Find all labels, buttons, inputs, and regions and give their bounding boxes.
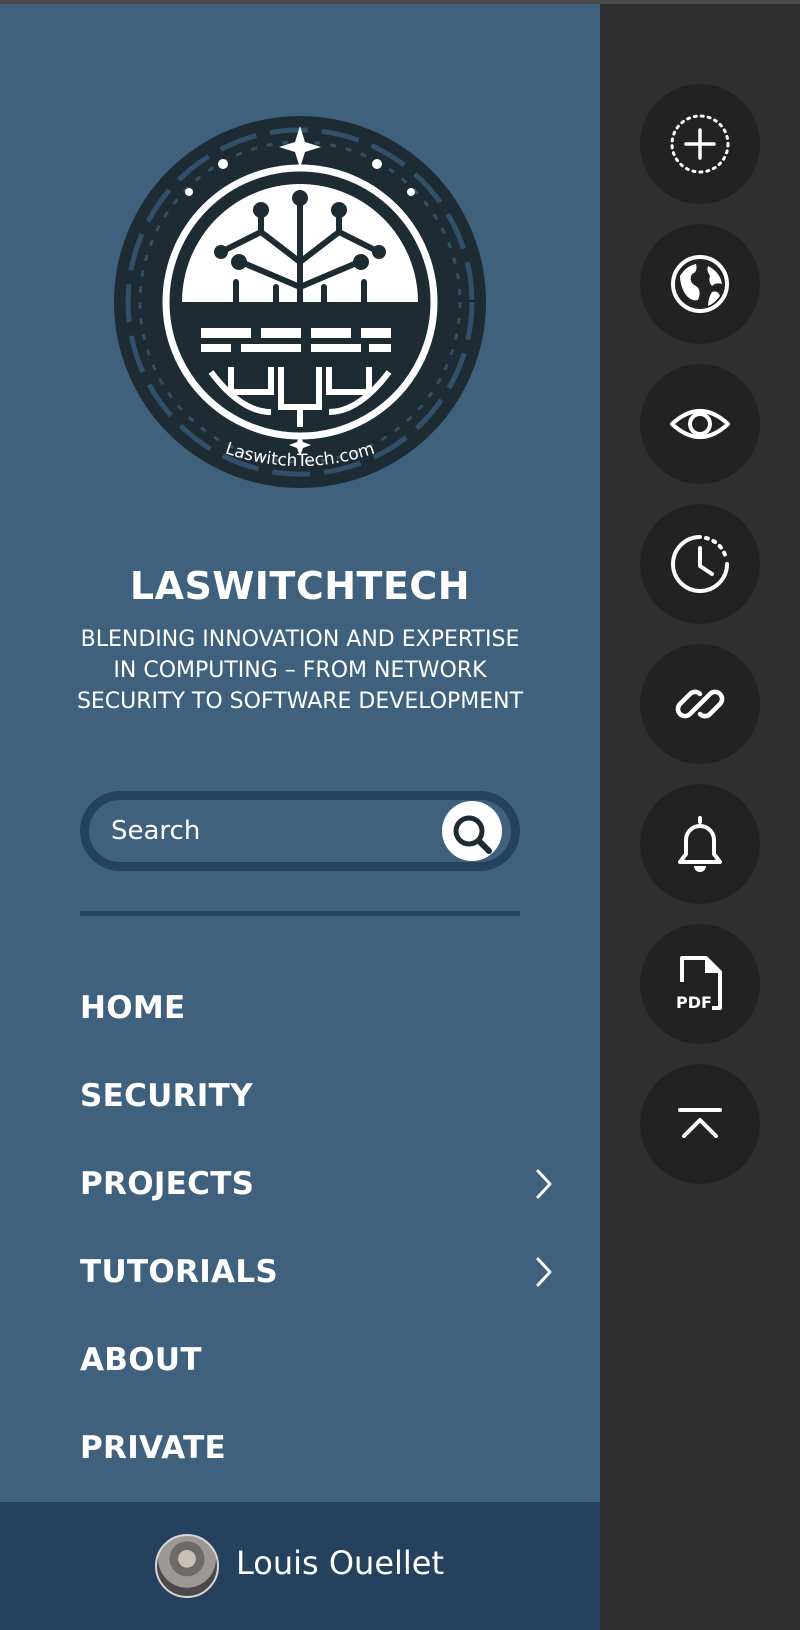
add-dotted-circle-icon	[670, 114, 730, 174]
bell-icon	[678, 816, 722, 872]
nav-item-label: PROJECTS	[80, 1166, 255, 1202]
nav-item-private[interactable]: PRIVATE	[80, 1404, 560, 1492]
avatar[interactable]	[155, 1534, 219, 1598]
scroll-to-top-button[interactable]	[640, 1064, 760, 1184]
search-form	[80, 791, 520, 871]
nav-item-projects[interactable]: PROJECTS	[80, 1140, 560, 1228]
main-nav: HOME SECURITY PROJECTS TUTORIALS ABOUT P…	[80, 964, 560, 1492]
add-button[interactable]	[640, 84, 760, 204]
site-tagline: BLENDING INNOVATION AND EXPERTISE IN COM…	[76, 627, 524, 714]
clock-history-icon	[671, 535, 729, 593]
logo-emblem-icon: LaswitchTech.com	[114, 116, 486, 488]
nav-item-label: SECURITY	[80, 1078, 253, 1114]
nav-item-label: PRIVATE	[80, 1430, 227, 1466]
eye-icon	[670, 409, 730, 439]
history-button[interactable]	[640, 504, 760, 624]
search-input[interactable]	[89, 800, 451, 862]
notifications-button[interactable]	[640, 784, 760, 904]
nav-item-tutorials[interactable]: TUTORIALS	[80, 1228, 560, 1316]
scroll-to-top-icon	[678, 1108, 722, 1138]
permalink-button[interactable]	[640, 644, 760, 764]
nav-item-about[interactable]: ABOUT	[80, 1316, 560, 1404]
search-icon	[453, 815, 492, 854]
user-name[interactable]: Louis Ouellet	[236, 1544, 444, 1582]
nav-item-home[interactable]: HOME	[80, 964, 560, 1052]
nav-item-label: TUTORIALS	[80, 1254, 278, 1290]
site-logo[interactable]: LaswitchTech.com	[111, 112, 489, 498]
view-button[interactable]	[640, 364, 760, 484]
nav-item-label: HOME	[80, 990, 186, 1026]
pdf-file-icon: PDF	[676, 956, 722, 1012]
export-pdf-button[interactable]: PDF	[640, 924, 760, 1044]
sidebar: LaswitchTech.com LASWITCHTECH BLENDING I…	[0, 4, 600, 1630]
globe-icon	[671, 255, 729, 313]
link-icon	[675, 689, 725, 719]
chevron-right-icon[interactable]	[534, 1168, 554, 1200]
chevron-right-icon[interactable]	[534, 1256, 554, 1288]
action-rail: PDF	[640, 84, 760, 1204]
search-button[interactable]	[442, 801, 502, 861]
divider	[80, 911, 520, 916]
user-profile-bar[interactable]: Louis Ouellet	[0, 1502, 600, 1630]
nav-item-label: ABOUT	[80, 1342, 202, 1378]
language-button[interactable]	[640, 224, 760, 344]
nav-item-security[interactable]: SECURITY	[80, 1052, 560, 1140]
site-title[interactable]: LASWITCHTECH	[0, 564, 600, 608]
pdf-icon-label: PDF	[676, 993, 712, 1012]
